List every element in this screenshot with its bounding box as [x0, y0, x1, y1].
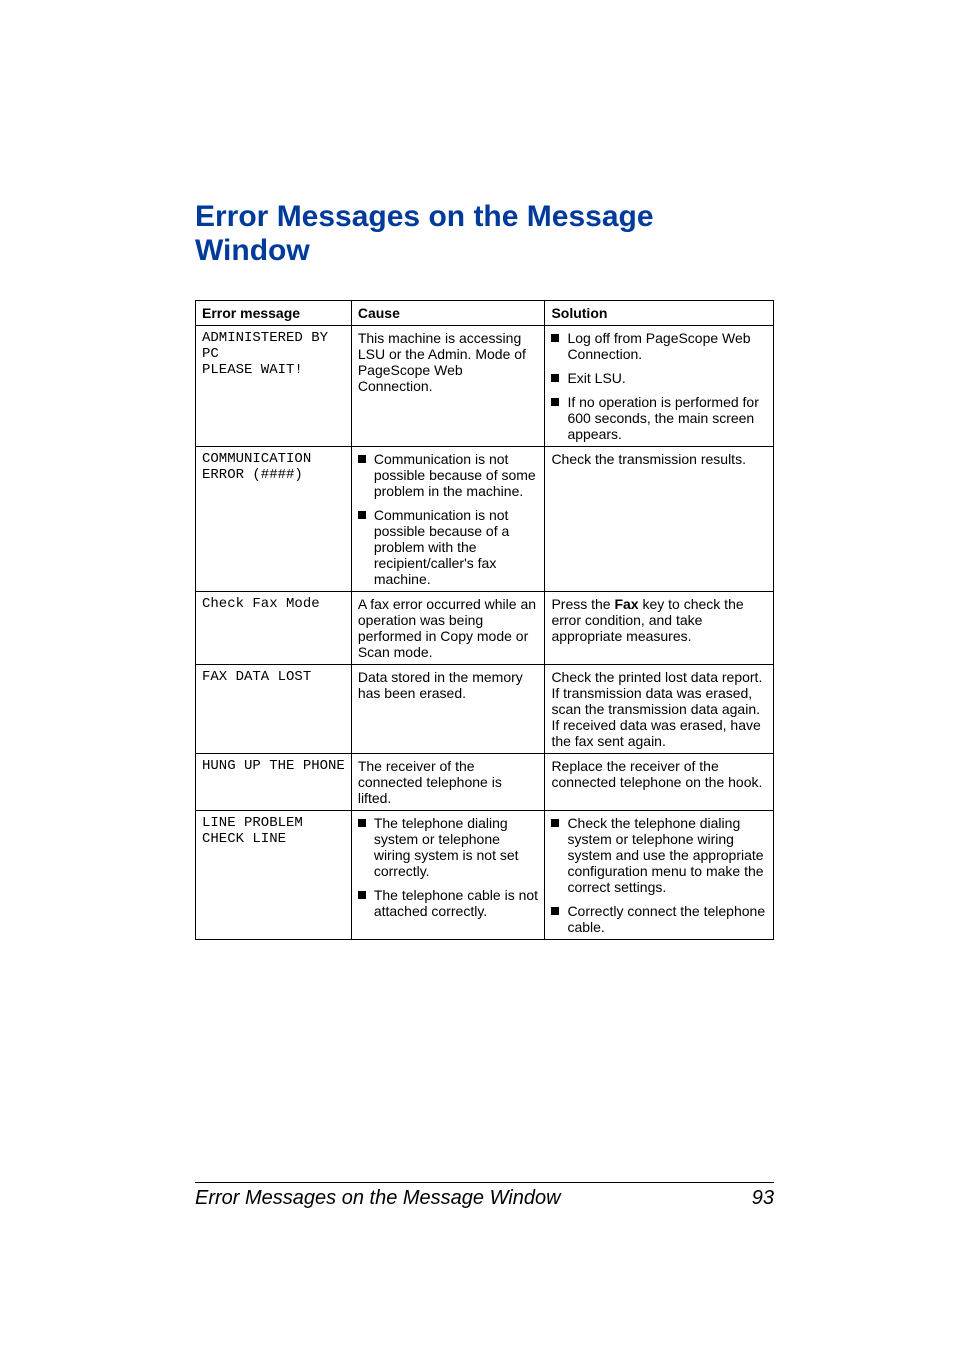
solution-cell: Check the printed lost data report. If t… [545, 665, 774, 754]
error-message-cell: HUNG UP THE PHONE [196, 754, 352, 811]
error-message-cell: FAX DATA LOST [196, 665, 352, 754]
list-item: Check the telephone dialing system or te… [551, 815, 767, 895]
table-row: HUNG UP THE PHONE The receiver of the co… [196, 754, 774, 811]
col-cause: Cause [351, 301, 545, 326]
table-row: Check Fax Mode A fax error occurred whil… [196, 592, 774, 665]
table-row: LINE PROBLEM CHECK LINE The telephone di… [196, 811, 774, 940]
cause-cell: Communication is not possible because of… [351, 447, 545, 592]
list-item: Communication is not possible because of… [358, 507, 539, 587]
list-item: Correctly connect the telephone cable. [551, 903, 767, 935]
cause-cell: Data stored in the memory has been erase… [351, 665, 545, 754]
cause-cell: A fax error occurred while an operation … [351, 592, 545, 665]
table-row: ADMINISTERED BY PC PLEASE WAIT! This mac… [196, 326, 774, 447]
cause-cell: The telephone dialing system or telephon… [351, 811, 545, 940]
list-item: Log off from PageScope Web Connection. [551, 330, 767, 362]
solution-text-bold: Fax [614, 596, 638, 612]
list-item: Communication is not possible because of… [358, 451, 539, 499]
solution-cell: Check the telephone dialing system or te… [545, 811, 774, 940]
page-title: Error Messages on the Message Window [195, 200, 774, 268]
list-item: The telephone dialing system or telephon… [358, 815, 539, 879]
page-number: 93 [752, 1187, 774, 1210]
table-row: COMMUNICATION ERROR (####) Communication… [196, 447, 774, 592]
col-error-message: Error message [196, 301, 352, 326]
error-message-cell: Check Fax Mode [196, 592, 352, 665]
footer-text: Error Messages on the Message Window [195, 1187, 561, 1210]
error-message-cell: ADMINISTERED BY PC PLEASE WAIT! [196, 326, 352, 447]
list-item: Exit LSU. [551, 370, 767, 386]
solution-text-prefix: Press the [551, 596, 614, 612]
solution-cell: Log off from PageScope Web Connection. E… [545, 326, 774, 447]
solution-cell: Check the transmission results. [545, 447, 774, 592]
page-footer: Error Messages on the Message Window 93 [195, 1182, 774, 1210]
table-row: FAX DATA LOST Data stored in the memory … [196, 665, 774, 754]
error-message-cell: LINE PROBLEM CHECK LINE [196, 811, 352, 940]
error-message-cell: COMMUNICATION ERROR (####) [196, 447, 352, 592]
solution-cell: Press the Fax key to check the error con… [545, 592, 774, 665]
solution-cell: Replace the receiver of the connected te… [545, 754, 774, 811]
col-solution: Solution [545, 301, 774, 326]
error-table: Error message Cause Solution ADMINISTERE… [195, 300, 774, 940]
list-item: The telephone cable is not attached corr… [358, 887, 539, 919]
list-item: If no operation is performed for 600 sec… [551, 394, 767, 442]
cause-cell: The receiver of the connected telephone … [351, 754, 545, 811]
cause-cell: This machine is accessing LSU or the Adm… [351, 326, 545, 447]
